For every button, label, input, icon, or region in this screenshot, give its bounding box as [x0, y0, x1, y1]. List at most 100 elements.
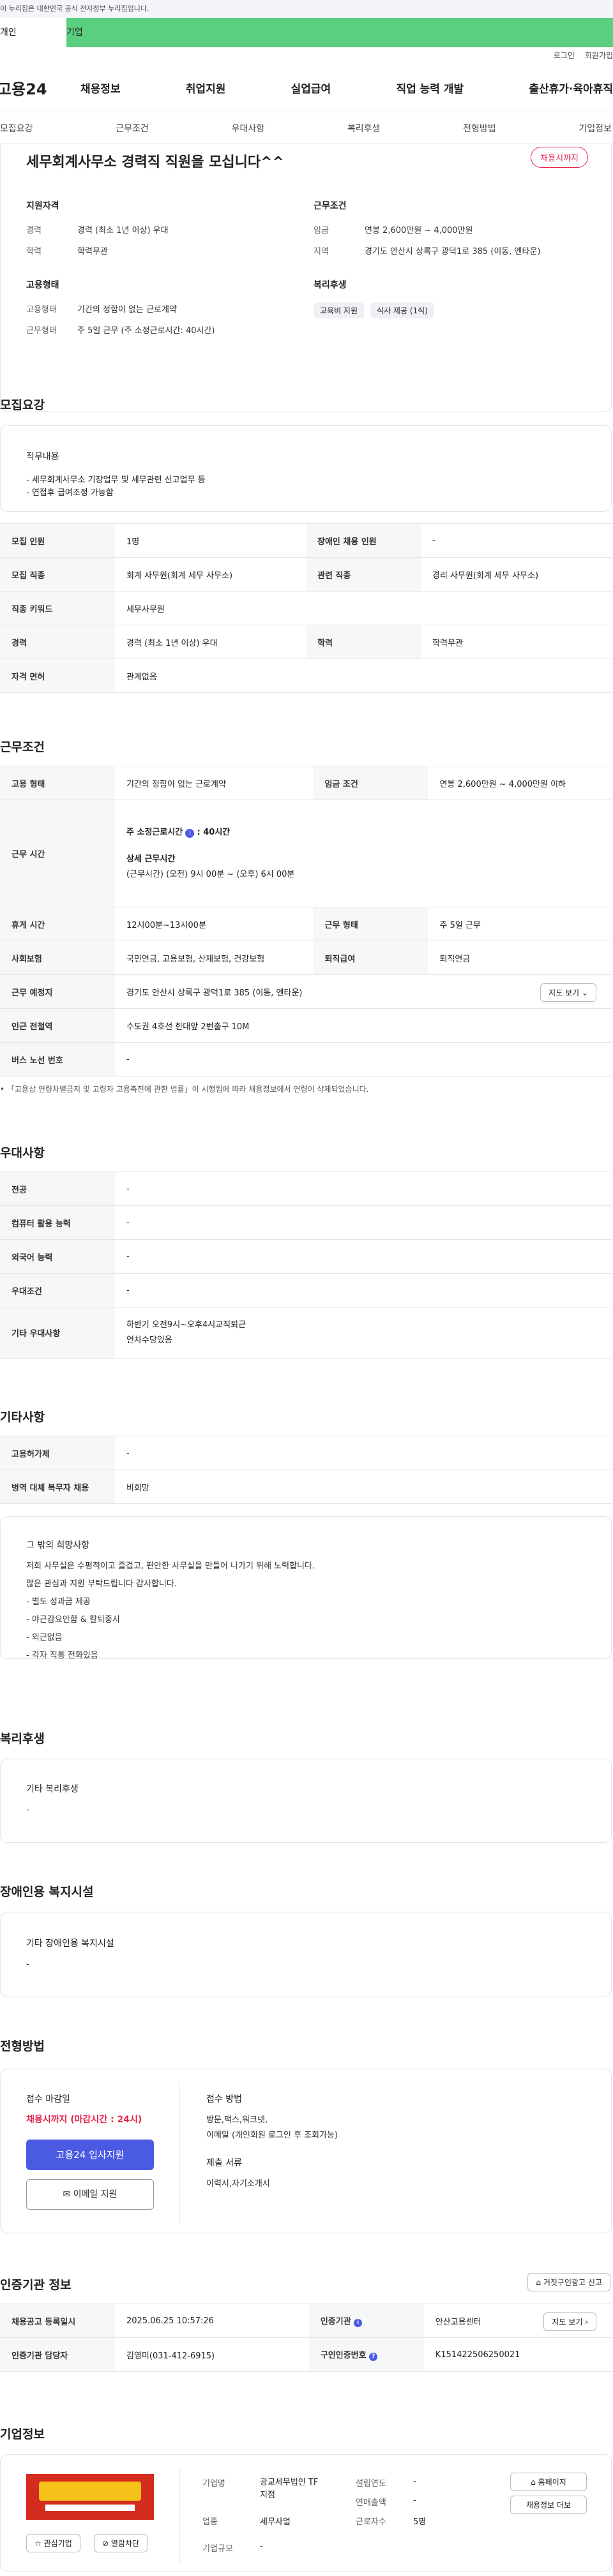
- cell-head: 버스 노선 번호: [0, 1042, 115, 1076]
- welfare-tag: 식사 제공 (1식): [370, 302, 434, 318]
- table-row: 모집 인원 1명 장애인 채용 인원 -: [0, 523, 612, 558]
- wish-line: - 각자 직통 전화있음: [26, 1651, 98, 1660]
- pref-extra-line: 연차수당있음: [126, 1335, 172, 1345]
- location-value: 경기도 안산시 상록구 광덕1로 385 (이동, 엔타운): [126, 988, 303, 998]
- table-row: 채용공고 등록일시 2025.06.25 10:57:26 인증기관 i 안산고용센터…: [0, 2304, 612, 2338]
- chevron-down-icon: ⌄: [581, 988, 588, 997]
- welfare-box-title: 기타 복리후생: [26, 1784, 79, 1794]
- age-note: • 「고용상 연령차별금지 및 고령자 고용촉진에 관한 법률」이 시행됨에 따…: [0, 1085, 369, 1094]
- gnb-training[interactable]: 직업 능력 개발: [396, 80, 464, 96]
- apply-button[interactable]: 고용24 입사지원: [26, 2140, 154, 2170]
- emp-title: 고용형태: [26, 280, 59, 290]
- site-logo[interactable]: 고용24: [0, 77, 74, 99]
- gnb-leave[interactable]: 출산휴가·육아휴직: [529, 80, 613, 96]
- emp-value: 주 5일 근무 (주 소정근로시간: 40시간): [77, 326, 215, 336]
- cell-head: 학력: [306, 625, 421, 659]
- hours-label: 주 소정근로시간: [126, 827, 183, 837]
- table-row: 모집 직종 회계 사무원(회계 세무 사무소) 관련 직종 경리 사무원(회계 세무 …: [0, 557, 612, 592]
- cell: 수도권 4호선 한대앞 2번출구 10M: [115, 1008, 612, 1043]
- welfare-title: 복리후생: [314, 280, 347, 290]
- cell-head: 병역 대체 복무자 채용: [0, 1470, 115, 1504]
- cell-head: 우대조건: [0, 1273, 115, 1307]
- cell-head: 인증기관 담당자: [0, 2337, 115, 2372]
- table-row: 직종 키워드 세무사무원: [0, 591, 612, 625]
- block-button[interactable]: ⊘ 열람차단: [94, 2534, 148, 2552]
- email-apply-button[interactable]: ✉ 이메일 지원: [26, 2179, 154, 2210]
- tab-company[interactable]: 기업: [66, 18, 613, 47]
- emp-count-value: 5명: [413, 2517, 427, 2527]
- work-title: 근무조건: [0, 740, 45, 754]
- hours-detail-label: 상세 근무시간: [126, 854, 176, 864]
- biz-label: 업종: [202, 2517, 218, 2527]
- cell-head: 컴퓨터 활용 능력: [0, 1205, 115, 1240]
- table-row: 우대조건 -: [0, 1273, 612, 1307]
- star-icon: ☆: [34, 2539, 42, 2548]
- signup-link[interactable]: 회원가입: [585, 51, 613, 60]
- map-button[interactable]: 지도 보기 ⌄: [540, 983, 596, 1002]
- cell-head: 장애인 채용 인원: [306, 523, 421, 558]
- cell: -: [115, 1172, 612, 1206]
- table-row: 병역 대체 복무자 채용 비희망: [0, 1470, 612, 1504]
- favorite-button[interactable]: ☆ 관심기업: [26, 2534, 80, 2552]
- cond-title: 근무조건: [314, 201, 347, 211]
- more-jobs-button[interactable]: 채용정보 더보: [510, 2496, 587, 2514]
- cell-head: 채용공고 등록일시: [0, 2304, 115, 2338]
- cond-label: 지역: [314, 247, 329, 257]
- cell: -: [115, 1436, 612, 1470]
- disab-box: 기타 장애인용 복지시설 -: [0, 1912, 612, 1997]
- qual-label: 학력: [26, 247, 42, 257]
- biz-value: 세무사업: [260, 2517, 291, 2527]
- pref-title: 우대사항: [0, 1146, 45, 1160]
- snb-pref[interactable]: 우대사항: [232, 122, 265, 135]
- snb-process[interactable]: 전형방법: [463, 122, 496, 135]
- tab-personal[interactable]: 개인: [0, 18, 66, 47]
- agency-map-button[interactable]: 지도 보기 ›: [543, 2312, 596, 2331]
- snb-welfare[interactable]: 복리후생: [347, 122, 381, 135]
- job-title: 세무회계사무소 경력직 직원을 모십니다^^: [26, 154, 284, 170]
- hours-value: : 40시간: [197, 827, 231, 837]
- cell: -: [115, 1205, 612, 1240]
- wish-box: 그 밖의 희망사항 저희 사무실은 수평적이고 즐겁고, 편안한 사무실을 만들…: [0, 1516, 612, 1660]
- wish-line: - 외근없음: [26, 1633, 63, 1642]
- welfare-tag: 교육비 지원: [314, 302, 365, 318]
- mail-icon: ✉: [63, 2189, 71, 2200]
- section-nav: 모집요강 근무조건 우대사항 복리후생 전형방법 기업정보: [0, 112, 613, 144]
- snb-work[interactable]: 근무조건: [116, 122, 149, 135]
- emp-label: 근무형태: [26, 326, 57, 336]
- homepage-button[interactable]: ⌂ 홈페이지: [510, 2473, 587, 2491]
- table-row: 버스 노선 번호 -: [0, 1042, 612, 1076]
- login-link[interactable]: 로그인: [554, 51, 575, 60]
- cell-head: 전공: [0, 1172, 115, 1206]
- table-row: 고용허가제 -: [0, 1436, 612, 1470]
- global-nav: 고용24 채용정보 취업지원 실업급여 직업 능력 개발 출산휴가·육아휴직: [0, 64, 613, 112]
- company-name-label: 기업명: [202, 2479, 225, 2489]
- disab-box-value: -: [26, 1960, 29, 1969]
- docs-value: 이력서,자기소개서: [206, 2179, 270, 2189]
- info-icon[interactable]: i: [185, 828, 195, 838]
- process-box: 접수 마감일 채용시까지 (마감시간 : 24시) 고용24 입사지원 ✉ 이메…: [0, 2069, 612, 2233]
- deadline-label: 접수 마감일: [26, 2094, 70, 2104]
- agency-value: 안산고용센터: [435, 2317, 481, 2327]
- wish-line: 저희 사무실은 수평적이고 즐겁고, 편안한 사무실을 만들어 나가기 위해 노…: [26, 1561, 315, 1571]
- cell-head: 관련 직종: [306, 557, 421, 592]
- welfare-box-value: -: [26, 1805, 29, 1815]
- info-icon[interactable]: ?: [369, 2353, 378, 2361]
- duty-line: - 세무회계사무소 기장업무 및 세무관련 신고업무 등: [26, 475, 206, 485]
- wish-line: - 야근감요안함 & 칼퇴중시: [26, 1615, 120, 1625]
- hours-detail: (근무시간) (오전) 9시 00분 ~ (오후) 6시 00분: [126, 869, 295, 879]
- info-icon[interactable]: i: [354, 2319, 363, 2327]
- emp-value: 기간의 정함이 없는 근로계약: [77, 305, 177, 315]
- cell-head: 임금 조건: [313, 766, 428, 800]
- cell: 경력 (최소 1년 이상) 우대: [115, 625, 306, 659]
- cell-head: 모집 직종: [0, 557, 115, 592]
- snb-company[interactable]: 기업정보: [579, 122, 612, 135]
- cell-head: 인증기관 i: [308, 2304, 424, 2338]
- table-row: 전공 -: [0, 1172, 612, 1206]
- gnb-employment-support[interactable]: 취업지원: [186, 80, 226, 96]
- table-row: 인증기관 담당자 김영미(031-412-6915) 구인인증번호 ? K151422…: [0, 2337, 612, 2372]
- gnb-jobs[interactable]: 채용정보: [80, 80, 121, 96]
- gnb-unemployment[interactable]: 실업급여: [291, 80, 331, 96]
- report-button[interactable]: ⌂ 거짓구인광고 신고: [527, 2273, 610, 2291]
- table-row: 사회보험 국민연금, 고용보험, 산재보험, 건강보험 퇴직급여 퇴직연금: [0, 941, 612, 975]
- snb-recruit[interactable]: 모집요강: [0, 122, 33, 135]
